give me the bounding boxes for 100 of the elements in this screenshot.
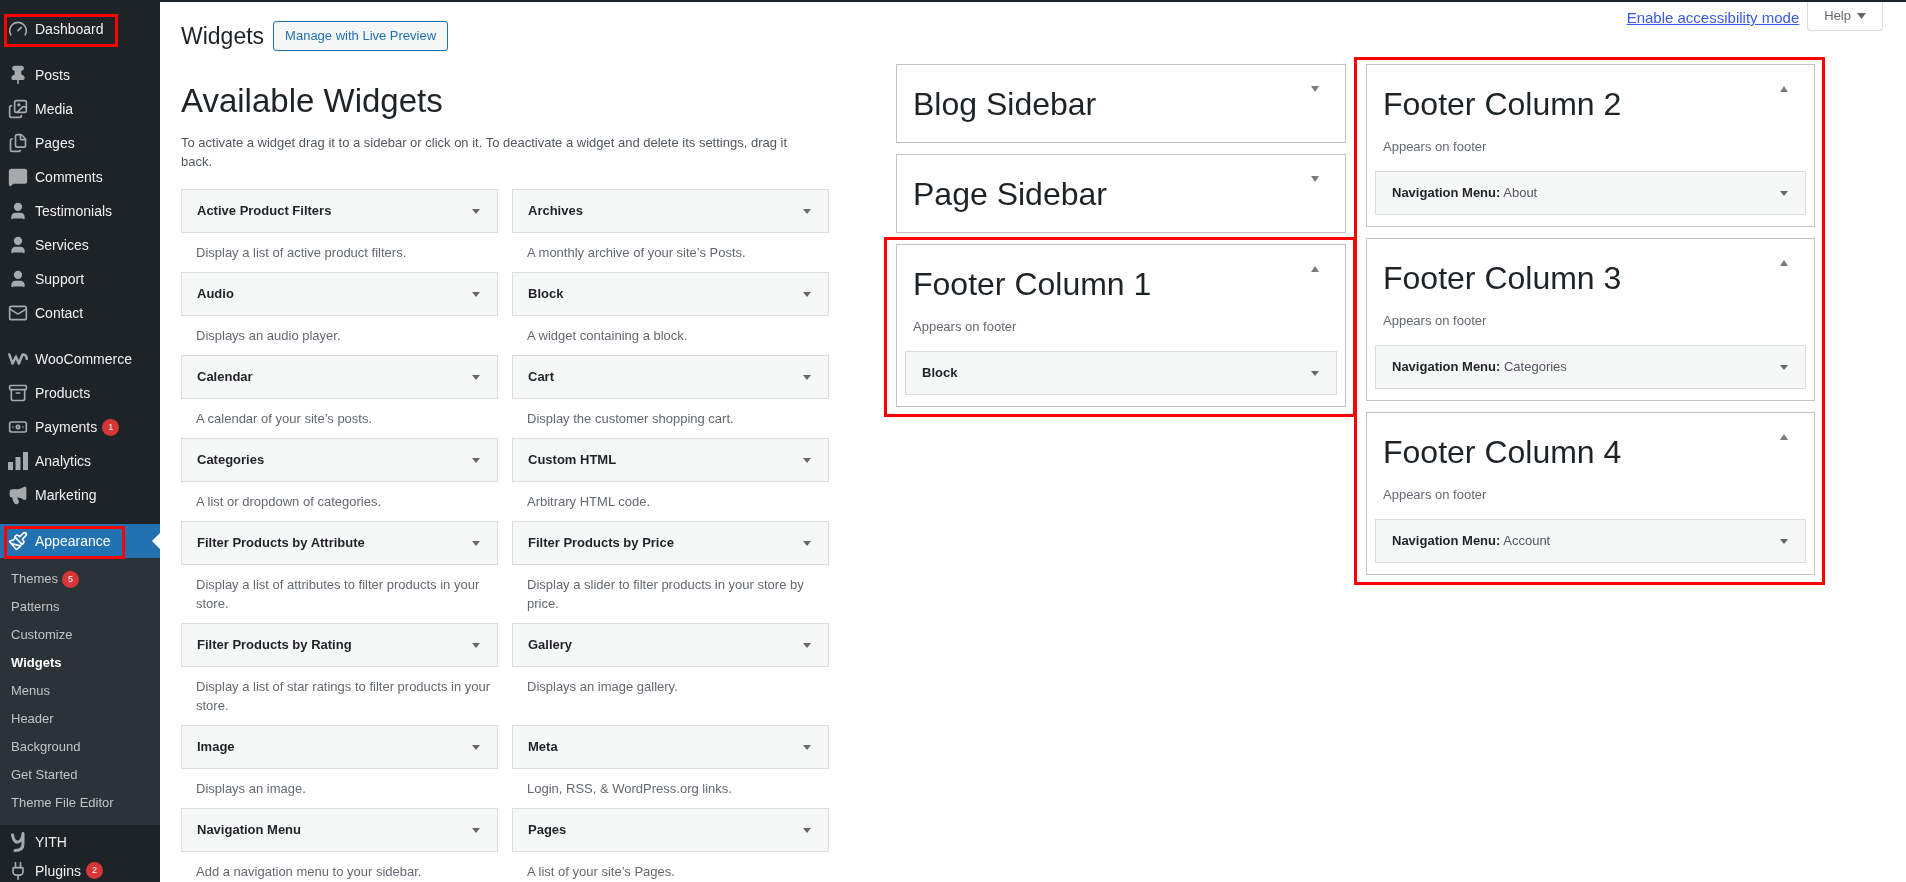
- submenu-item[interactable]: Theme File Editor: [0, 789, 160, 817]
- submenu-item[interactable]: Menus: [0, 677, 160, 705]
- paintbrush-icon: [8, 531, 28, 551]
- caret-down-icon[interactable]: [1311, 176, 1319, 182]
- accessibility-mode-link[interactable]: Enable accessibility mode: [1626, 8, 1800, 28]
- widget-title-bar[interactable]: Block: [905, 351, 1337, 395]
- widget-title-bar[interactable]: Navigation Menu: Categories: [1375, 345, 1806, 389]
- caret-down-icon[interactable]: [472, 457, 480, 463]
- widget-title-bar[interactable]: Gallery: [512, 623, 829, 667]
- widget-description: Login, RSS, & WordPress.org links.: [527, 780, 732, 798]
- live-preview-button[interactable]: Manage with Live Preview: [273, 21, 449, 51]
- caret-down-icon[interactable]: [472, 374, 480, 380]
- menu-item[interactable]: Products: [0, 376, 160, 410]
- sidebar-title: Footer Column 4: [1383, 434, 1622, 470]
- caret-up-icon[interactable]: [1780, 86, 1788, 92]
- caret-down-icon[interactable]: [472, 642, 480, 648]
- submenu-item[interactable]: Background: [0, 733, 160, 761]
- submenu-item[interactable]: Themes 5: [0, 565, 160, 593]
- caret-down-icon[interactable]: [803, 540, 811, 546]
- menu-item[interactable]: Comments: [0, 160, 160, 194]
- menu-item[interactable]: Contact: [0, 296, 160, 330]
- menu-item[interactable]: Posts: [0, 58, 160, 92]
- widget-description: Displays an image gallery.: [527, 678, 678, 696]
- widget-title-bar[interactable]: Meta: [512, 725, 829, 769]
- bar-chart-icon: [8, 452, 28, 470]
- caret-down-icon[interactable]: [472, 827, 480, 833]
- menu-item[interactable]: Appearance: [0, 524, 160, 558]
- sidebar-title: Footer Column 3: [1383, 260, 1622, 296]
- widget-description: A calendar of your site’s posts.: [196, 410, 373, 428]
- help-button[interactable]: Help: [1807, 2, 1883, 31]
- menu-item[interactable]: Testimonials: [0, 194, 160, 228]
- submenu-item[interactable]: Get Started: [0, 761, 160, 789]
- menu-item[interactable]: Media: [0, 92, 160, 126]
- widget-title-bar[interactable]: Active Product Filters: [181, 189, 498, 233]
- widget-title-bar[interactable]: Calendar: [181, 355, 498, 399]
- menu-item[interactable]: Services: [0, 228, 160, 262]
- widget-title-bar[interactable]: Image: [181, 725, 498, 769]
- menu-item[interactable]: Payments 1: [0, 410, 160, 444]
- menu-item[interactable]: Pages: [0, 126, 160, 160]
- caret-down-icon[interactable]: [803, 374, 811, 380]
- widget-title-bar[interactable]: Navigation Menu: [181, 808, 498, 852]
- widget-description: Display the customer shopping cart.: [527, 410, 734, 428]
- widget-title-bar[interactable]: Archives: [512, 189, 829, 233]
- widget-title-bar[interactable]: Audio: [181, 272, 498, 316]
- menu-item[interactable]: YITH: [0, 825, 160, 859]
- caret-up-icon[interactable]: [1780, 434, 1788, 440]
- caret-down-icon[interactable]: [472, 208, 480, 214]
- widget-title-bar[interactable]: Categories: [181, 438, 498, 482]
- widget-title-bar[interactable]: Custom HTML: [512, 438, 829, 482]
- menu-item[interactable]: WooCommerce: [0, 342, 160, 376]
- widget-description: Arbitrary HTML code.: [527, 493, 651, 511]
- caret-down-icon[interactable]: [1780, 190, 1788, 196]
- caret-down-icon[interactable]: [1780, 364, 1788, 370]
- menu-item[interactable]: Marketing: [0, 478, 160, 512]
- archive-box-icon: [8, 383, 28, 403]
- menu-item[interactable]: Support: [0, 262, 160, 296]
- widget-title-bar[interactable]: Navigation Menu: Account: [1375, 519, 1806, 563]
- submenu-item[interactable]: Patterns: [0, 593, 160, 621]
- widget-title-bar[interactable]: Navigation Menu: About: [1375, 171, 1806, 215]
- count-badge: 1: [102, 418, 120, 436]
- widget-description: Add a navigation menu to your sidebar.: [196, 863, 422, 881]
- caret-down-icon[interactable]: [803, 457, 811, 463]
- menu-item[interactable]: Dashboard: [0, 12, 160, 46]
- gauge-icon: [8, 19, 28, 39]
- caret-down-icon[interactable]: [472, 540, 480, 546]
- caret-down-icon[interactable]: [1780, 538, 1788, 544]
- widget-description: Displays an audio player.: [196, 327, 341, 345]
- caret-down-icon[interactable]: [803, 827, 811, 833]
- sidebar-description: Appears on footer: [1383, 312, 1487, 330]
- caret-down-icon[interactable]: [472, 291, 480, 297]
- person-icon: [8, 201, 28, 221]
- submenu-item[interactable]: Widgets: [0, 649, 160, 677]
- widget-title-bar[interactable]: Filter Products by Rating: [181, 623, 498, 667]
- widget-title-bar[interactable]: Filter Products by Attribute: [181, 521, 498, 565]
- sidebar-title: Page Sidebar: [913, 176, 1107, 212]
- widget-title-bar[interactable]: Block: [512, 272, 829, 316]
- envelope-icon: [8, 303, 28, 323]
- caret-down-icon[interactable]: [1311, 86, 1319, 92]
- widget-description: A widget containing a block.: [527, 327, 688, 345]
- widget-title-bar[interactable]: Filter Products by Price: [512, 521, 829, 565]
- caret-down-icon[interactable]: [1311, 370, 1319, 376]
- menu-item[interactable]: Analytics: [0, 444, 160, 478]
- caret-down-icon[interactable]: [803, 291, 811, 297]
- caret-down-icon[interactable]: [803, 744, 811, 750]
- submenu-item[interactable]: Header: [0, 705, 160, 733]
- hook-logo-icon: [11, 832, 25, 852]
- caret-down-icon[interactable]: [803, 642, 811, 648]
- widget-title-bar[interactable]: Cart: [512, 355, 829, 399]
- widget-description: A list or dropdown of categories.: [196, 493, 381, 511]
- sidebar-description: Appears on footer: [1383, 486, 1487, 504]
- caret-up-icon[interactable]: [1311, 266, 1319, 272]
- caret-down-icon[interactable]: [803, 208, 811, 214]
- submenu-item[interactable]: Customize: [0, 621, 160, 649]
- widget-title-bar[interactable]: Pages: [512, 808, 829, 852]
- sidebar-title: Footer Column 2: [1383, 86, 1622, 122]
- menu-item[interactable]: Plugins 2: [0, 859, 160, 882]
- caret-up-icon[interactable]: [1780, 260, 1788, 266]
- widget-description: Display a list of star ratings to filter products in your store.: [196, 678, 492, 715]
- count-badge: 5: [61, 570, 79, 588]
- caret-down-icon[interactable]: [472, 744, 480, 750]
